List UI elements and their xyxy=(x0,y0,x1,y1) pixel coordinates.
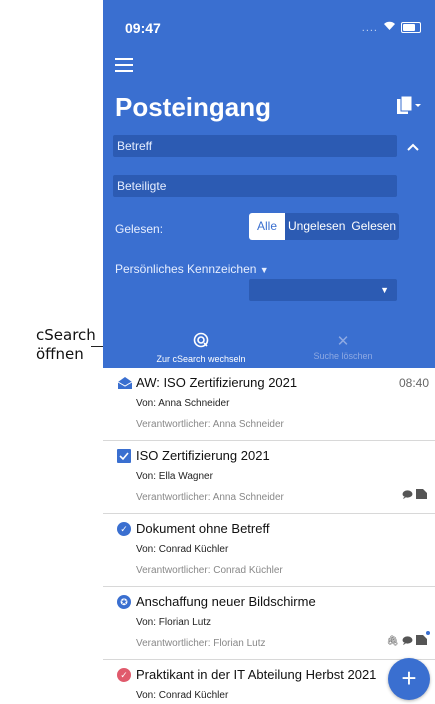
signal-icon: .... xyxy=(361,21,378,34)
subject-filter-input[interactable]: Betreff xyxy=(113,135,397,157)
message-responsible: Verantwortlicher: Florian Lutz xyxy=(136,638,266,649)
award-icon: ✪ xyxy=(117,595,131,609)
message-subject: Dokument ohne Betreff xyxy=(136,521,270,536)
message-responsible: Verantwortlicher: Conrad Küchler xyxy=(136,565,283,576)
list-item[interactable]: ✪ Anschaffung neuer Bildschirme Von: Flo… xyxy=(103,587,435,660)
add-button[interactable]: + xyxy=(388,658,430,700)
read-option-all[interactable]: Alle xyxy=(249,213,286,240)
document-type-icon[interactable] xyxy=(397,95,421,122)
status-time: 09:47 xyxy=(125,20,161,36)
read-label: Gelesen: xyxy=(115,222,164,236)
message-from: Von: Conrad Küchler xyxy=(136,690,229,701)
message-from: Von: Ella Wagner xyxy=(136,471,213,482)
clear-search-button[interactable]: ✕ Suche löschen xyxy=(293,332,393,361)
checkbox-icon xyxy=(117,449,131,463)
annotation-text: cSearch öffnen xyxy=(36,326,96,364)
list-item[interactable]: ISO Zertifizierung 2021 Von: Ella Wagner… xyxy=(103,441,435,514)
personal-mark-label[interactable]: Persönliches Kennzeichen ▼ xyxy=(115,262,269,276)
message-from: Von: Conrad Küchler xyxy=(136,544,229,555)
phone-screen: 09:47 .... Posteingang Betreff Beteiligt… xyxy=(103,0,435,704)
message-responsible: Verantwortlicher: Anna Schneider xyxy=(136,492,284,503)
message-list: AW: ISO Zertifizierung 2021 08:40 Von: A… xyxy=(103,368,435,704)
close-icon: ✕ xyxy=(336,333,350,350)
message-responsible: Verantwortlicher: Anna Schneider xyxy=(136,419,284,430)
check-circle-icon: ✓ xyxy=(117,522,131,536)
message-time: 08:40 xyxy=(398,376,429,390)
read-option-read[interactable]: Gelesen xyxy=(348,213,400,240)
caret-down-icon: ▼ xyxy=(380,285,389,295)
message-subject: ISO Zertifizierung 2021 xyxy=(136,448,270,463)
annotation-line-1: cSearch xyxy=(36,326,96,344)
page-title: Posteingang xyxy=(115,92,272,122)
paperclip-icon: 🖇 xyxy=(386,636,399,647)
comment-icon xyxy=(402,489,413,502)
read-segmented-control: Alle Ungelesen Gelesen xyxy=(249,213,400,240)
chevron-up-icon[interactable] xyxy=(407,138,419,154)
document-icon xyxy=(416,631,430,648)
filter-panel: 09:47 .... Posteingang Betreff Beteiligt… xyxy=(103,0,435,368)
personal-mark-text: Persönliches Kennzeichen xyxy=(115,262,257,276)
list-item[interactable]: AW: ISO Zertifizierung 2021 08:40 Von: A… xyxy=(103,368,435,441)
csearch-button[interactable]: Zur cSearch wechseln xyxy=(141,332,261,364)
read-option-unread[interactable]: Ungelesen xyxy=(285,213,349,240)
list-item[interactable]: ✓ Praktikant in der IT Abteilung Herbst … xyxy=(103,660,435,704)
status-bar: 09:47 .... xyxy=(103,0,435,52)
hamburger-menu-icon[interactable] xyxy=(115,58,133,72)
message-from: Von: Anna Schneider xyxy=(136,398,230,409)
participants-filter-input[interactable]: Beteiligte xyxy=(113,175,397,197)
message-subject: Praktikant in der IT Abteilung Herbst 20… xyxy=(136,667,377,682)
document-icon xyxy=(416,489,427,502)
wifi-icon xyxy=(383,21,396,34)
csearch-label: Zur cSearch wechseln xyxy=(156,354,246,364)
csearch-icon xyxy=(141,332,261,353)
message-from: Von: Florian Lutz xyxy=(136,617,212,628)
annotation-line-2: öffnen xyxy=(36,345,84,363)
envelope-open-icon xyxy=(117,376,133,390)
battery-icon xyxy=(401,22,421,33)
clear-search-label: Suche löschen xyxy=(313,351,373,361)
list-item[interactable]: ✓ Dokument ohne Betreff Von: Conrad Küch… xyxy=(103,514,435,587)
check-circle-red-icon: ✓ xyxy=(117,668,131,682)
message-subject: Anschaffung neuer Bildschirme xyxy=(136,594,316,609)
message-subject: AW: ISO Zertifizierung 2021 xyxy=(136,375,298,390)
personal-mark-select[interactable]: ▼ xyxy=(249,279,397,301)
comment-icon xyxy=(402,635,413,648)
caret-down-icon: ▼ xyxy=(259,265,269,275)
